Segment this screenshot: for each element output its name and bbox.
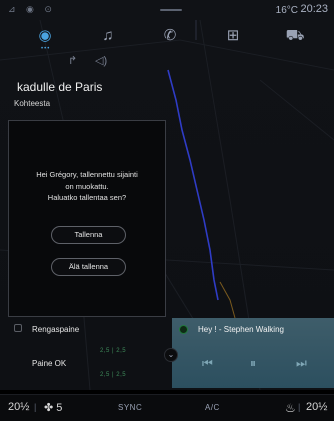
climate-bar: 20½ | ✤ 5 SYNC A/C ♨ | 20½ — [0, 394, 334, 421]
pause-icon[interactable]: ⏸ — [250, 356, 256, 371]
dialog-line: Hei Grégory, tallennettu sijainti — [36, 170, 138, 179]
passenger-temperature[interactable]: 20½ — [306, 401, 327, 413]
status-indicators: ⊿ ◉ ⊙ — [8, 4, 56, 14]
next-track-icon[interactable]: ⏭ — [296, 356, 307, 371]
phone-icon[interactable]: ✆ — [160, 26, 180, 46]
passenger-temperature-value: 20 — [306, 401, 319, 413]
dialog-line: Haluatko tallentaa sen? — [47, 193, 127, 202]
dialog-line: on muokattu. — [65, 181, 109, 191]
seat-heating-icon[interactable]: ♨ — [285, 401, 296, 415]
media-source-icon — [179, 325, 188, 334]
route-line — [167, 69, 219, 301]
sync-button[interactable]: SYNC — [118, 403, 142, 412]
apps-grid-icon[interactable]: ⊞ — [223, 26, 243, 46]
front-tyre-values: 2,5 | 2,5 — [100, 348, 127, 354]
save-location-dialog: Hei Grégory, tallennettu sijainti on muo… — [8, 120, 166, 317]
top-navigation: ◉ ••• ♫ ✆ ⊞ ⛟ — [0, 20, 334, 52]
chevron-down-icon[interactable]: ⌄ — [164, 348, 178, 362]
divider: | — [34, 402, 37, 412]
previous-track-icon[interactable]: ⏮ — [202, 356, 213, 371]
tyre-pressure-status: Paine OK — [32, 359, 67, 368]
music-icon[interactable]: ♫ — [98, 26, 118, 46]
dialog-message: Hei Grégory, tallennettu sijainti on muo… — [9, 169, 165, 204]
driver-temperature[interactable]: 20½ — [8, 401, 29, 413]
voice-guidance-icon[interactable]: ◁) — [95, 54, 107, 67]
tyre-pressure-title: Rengaspaine — [32, 325, 80, 334]
ac-button[interactable]: A/C — [205, 403, 220, 412]
tyre-checkbox[interactable] — [14, 324, 22, 332]
destination-title: kadulle de Paris — [17, 80, 103, 94]
clock: 20:23 — [300, 3, 328, 15]
vehicle-icon[interactable]: ⛟ — [285, 26, 305, 46]
turn-arrow-icon: ↱ — [68, 55, 78, 67]
driver-temperature-half: ½ — [20, 401, 30, 413]
save-button[interactable]: Tallenna — [51, 226, 126, 244]
fan-speed[interactable]: ✤ 5 — [44, 401, 62, 414]
media-widget[interactable]: Hey ! - Stephen Walking ⏮ ⏸ ⏭ — [172, 318, 334, 388]
rear-tyre-values: 2,5 | 2,5 — [100, 372, 127, 378]
dont-save-button[interactable]: Älä tallenna — [51, 258, 126, 276]
divider: | — [298, 402, 301, 412]
song-title: Hey ! - Stephen Walking — [198, 325, 284, 334]
passenger-temperature-half: ½ — [318, 401, 328, 413]
status-bar: ⊿ ◉ ⊙ 16°C 20:23 — [0, 0, 334, 20]
destination-subtitle[interactable]: Kohteesta — [14, 99, 50, 108]
pull-down-handle[interactable] — [160, 9, 182, 11]
driver-temperature-value: 20 — [8, 401, 21, 413]
navigation-icon[interactable]: ◉ — [35, 26, 55, 46]
guidance-bar: ↱ ◁) — [0, 52, 334, 70]
outside-temperature: 16°C — [275, 5, 298, 16]
